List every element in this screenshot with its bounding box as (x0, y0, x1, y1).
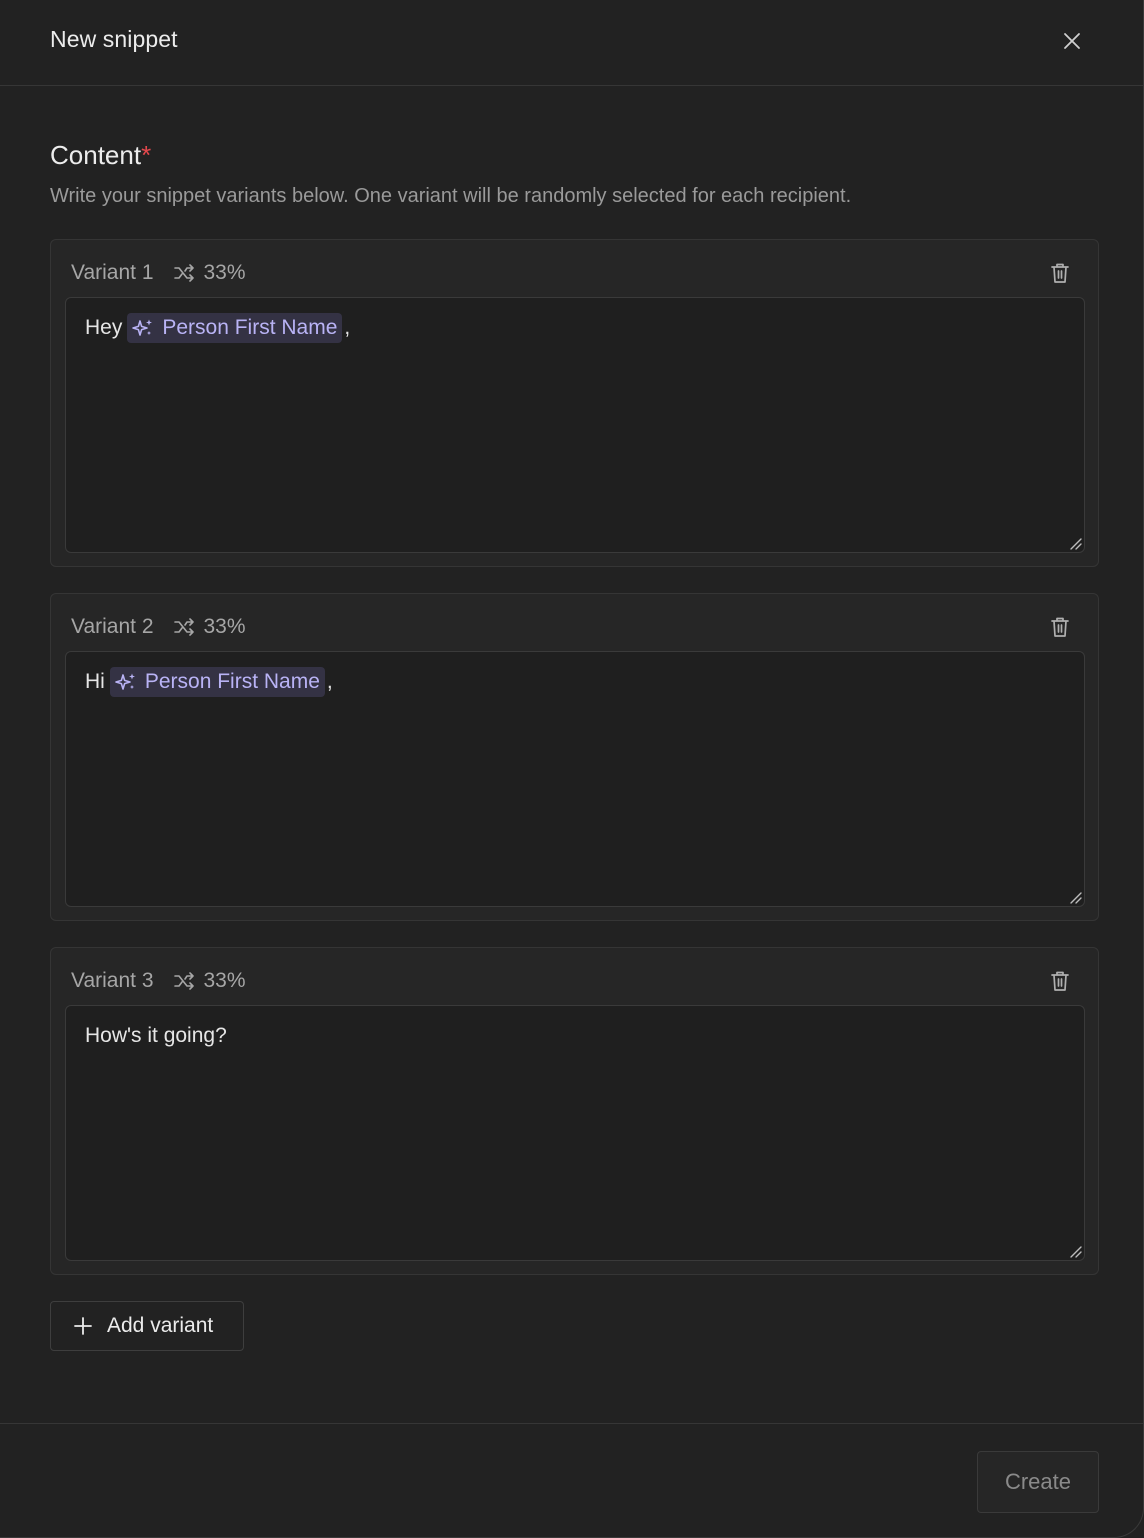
variant-header: Variant 1 33% (71, 259, 246, 287)
editor-text: Hey (85, 316, 123, 339)
variant-editor[interactable]: Hey Person First Name , (65, 297, 1085, 553)
shuffle-icon (173, 618, 194, 636)
resize-handle-icon[interactable] (1068, 536, 1082, 550)
variant-label: Variant 2 (71, 615, 154, 638)
editor-text-after: , (344, 316, 351, 339)
variant-card-1: Variant 1 33% Hey Person First Name , (50, 239, 1099, 567)
variable-chip-label: Person First Name (144, 670, 320, 693)
new-snippet-modal: New snippet Content* Write your snippet … (0, 0, 1144, 1538)
resize-handle-icon[interactable] (1068, 1244, 1082, 1258)
variant-weight-value: 33% (203, 969, 246, 992)
variant-weight: 33% (173, 969, 246, 993)
sparkle-icon (132, 319, 153, 336)
add-variant-label: Add variant (107, 1314, 214, 1337)
editor-text: How's it going? (85, 1024, 227, 1047)
required-marker: * (141, 140, 152, 170)
trash-icon (1051, 617, 1069, 637)
trash-icon (1051, 263, 1069, 283)
editor-text: Hi (85, 670, 105, 693)
variant-header: Variant 2 33% (71, 613, 246, 641)
variant-card-3: Variant 3 33% How's it going? (50, 947, 1099, 1275)
variant-editor[interactable]: How's it going? (65, 1005, 1085, 1261)
editor-line: Hi Person First Name , (85, 667, 1065, 697)
editor-line: Hey Person First Name , (85, 313, 1065, 343)
content-label: Content* (50, 140, 151, 171)
variant-label: Variant 1 (71, 261, 154, 284)
variant-weight: 33% (173, 615, 246, 639)
close-icon (1064, 33, 1080, 49)
create-button[interactable]: Create (977, 1451, 1099, 1513)
add-variant-button[interactable]: Add variant (50, 1301, 244, 1351)
editor-line: How's it going? (85, 1022, 1065, 1050)
variant-header: Variant 3 33% (71, 967, 246, 995)
sparkle-icon (115, 673, 135, 690)
resize-handle-icon[interactable] (1068, 890, 1082, 904)
variable-chip-label: Person First Name (162, 316, 338, 339)
variant-weight-value: 33% (203, 261, 246, 284)
content-label-text: Content (50, 140, 142, 170)
variant-editor[interactable]: Hi Person First Name , (65, 651, 1085, 907)
trash-icon (1051, 971, 1069, 991)
variant-weight: 33% (173, 261, 246, 285)
delete-variant-button[interactable] (1048, 969, 1072, 993)
variant-weight-value: 33% (203, 615, 246, 638)
plus-icon (74, 1317, 92, 1335)
variable-chip[interactable]: Person First Name (127, 313, 343, 343)
modal-header: New snippet (0, 0, 1143, 86)
variant-card-2: Variant 2 33% Hi Person First Name , (50, 593, 1099, 921)
modal-title: New snippet (50, 26, 178, 52)
delete-variant-button[interactable] (1048, 615, 1072, 639)
delete-variant-button[interactable] (1048, 261, 1072, 285)
variable-chip[interactable]: Person First Name (109, 667, 325, 697)
close-button[interactable] (1058, 27, 1086, 55)
modal-footer: Create (0, 1423, 1143, 1537)
shuffle-icon (173, 972, 194, 990)
variant-label: Variant 3 (71, 969, 154, 992)
content-description: Write your snippet variants below. One v… (50, 185, 852, 207)
shuffle-icon (173, 264, 194, 282)
editor-text-after: , (326, 670, 333, 693)
